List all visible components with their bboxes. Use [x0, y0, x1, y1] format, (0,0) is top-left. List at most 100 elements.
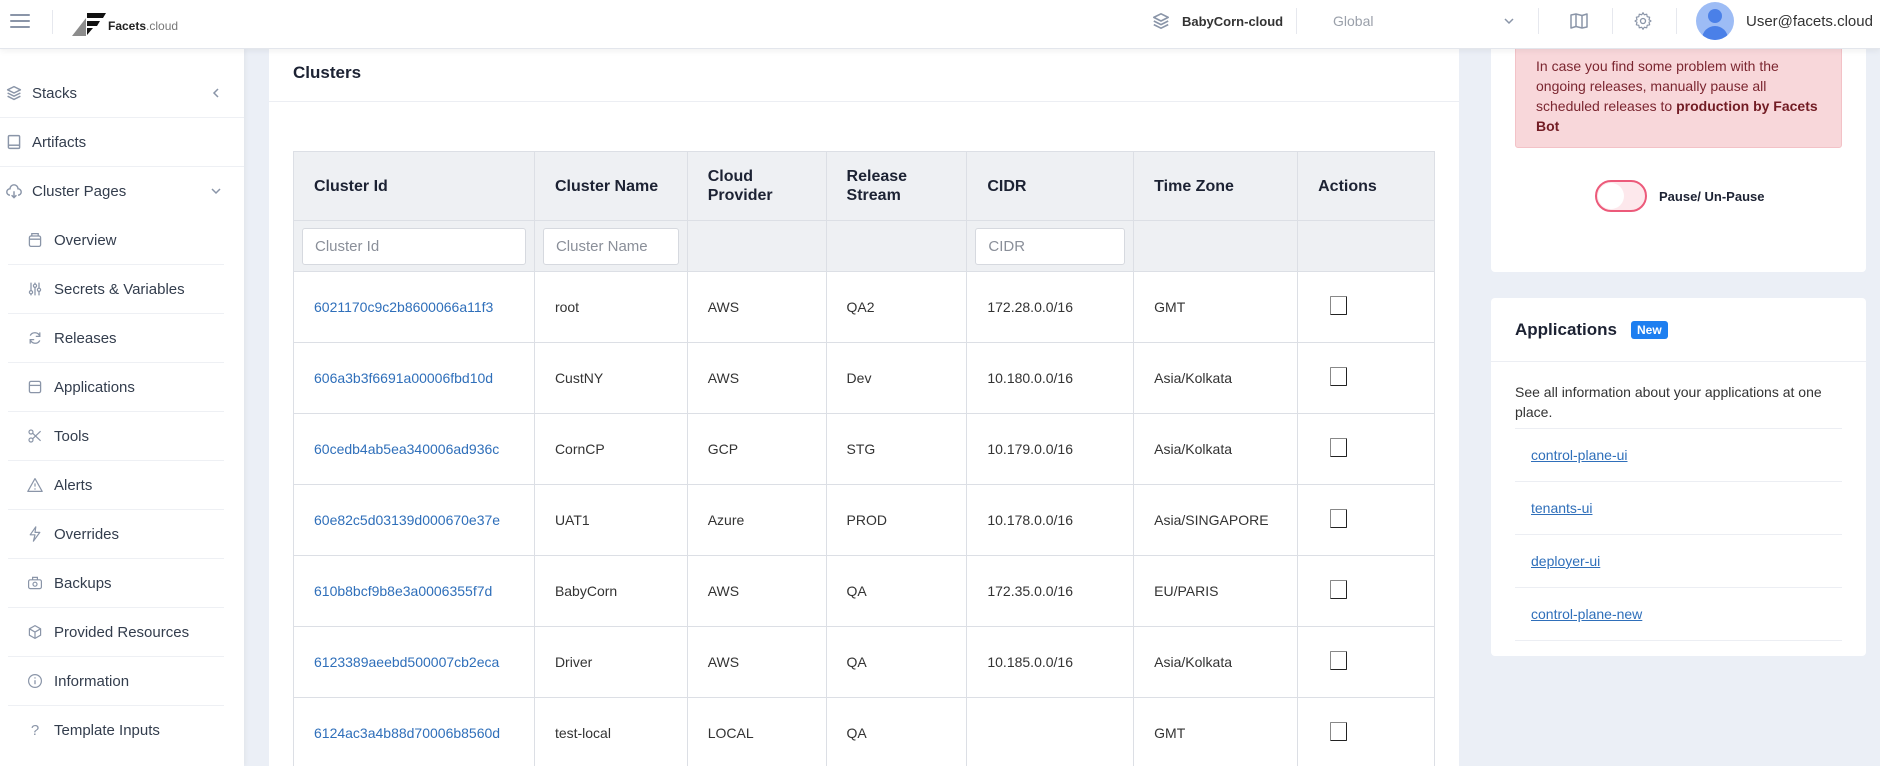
sidebar-item-overrides[interactable]: Overrides: [8, 510, 224, 559]
application-link[interactable]: tenants-ui: [1531, 500, 1592, 516]
cluster-name-cell: CornCP: [533, 413, 688, 485]
sidebar-item-label: Template Inputs: [54, 722, 160, 739]
cluster-id-link[interactable]: 60cedb4ab5ea340006ad936c: [314, 441, 499, 457]
row-checkbox[interactable]: [1330, 722, 1348, 741]
cluster-name-cell: CustNY: [533, 342, 688, 414]
sidebar-item-alerts[interactable]: Alerts: [8, 461, 224, 510]
row-checkbox[interactable]: [1330, 296, 1348, 315]
cidr-filter-input[interactable]: [975, 227, 1126, 265]
cluster-id-link[interactable]: 606a3b3f6691a00006fbd10d: [314, 370, 493, 386]
cloud-provider-cell: GCP: [686, 413, 827, 485]
release-stream-cell: QA: [825, 626, 968, 698]
sidebar: Stacks Artifacts Cluster Pages Overview …: [0, 49, 244, 766]
facets-logo[interactable]: Facets.cloud: [72, 8, 178, 36]
cloud-provider-cell: AWS: [686, 342, 827, 414]
sliders-icon: [26, 280, 44, 298]
column-header-cluster-name[interactable]: Cluster Name: [533, 151, 688, 221]
sidebar-item-cluster-pages[interactable]: Cluster Pages: [0, 167, 244, 216]
time-zone-cell: GMT: [1133, 697, 1299, 766]
column-header-release-stream[interactable]: Release Stream: [825, 151, 968, 221]
sidebar-item-label: Stacks: [32, 84, 78, 102]
row-checkbox[interactable]: [1330, 509, 1348, 528]
cluster-id-link[interactable]: 6123389aeebd500007cb2eca: [314, 654, 499, 670]
time-zone-cell: Asia/Kolkata: [1133, 413, 1299, 485]
sidebar-item-applications[interactable]: Applications: [8, 363, 224, 412]
row-checkbox[interactable]: [1330, 651, 1348, 670]
column-header-cloud-provider[interactable]: Cloud Provider: [686, 151, 827, 221]
list-item: tenants-ui: [1515, 482, 1842, 535]
header-divider: [1296, 8, 1297, 34]
applications-card: Applications New See all information abo…: [1491, 298, 1866, 656]
sidebar-item-information[interactable]: Information: [8, 657, 224, 706]
cloud-provider-cell: AWS: [686, 271, 827, 343]
sidebar-item-provided-resources[interactable]: Provided Resources: [8, 608, 224, 657]
scissors-icon: [26, 427, 44, 445]
environment-select[interactable]: Global: [1333, 10, 1515, 32]
cloud-provider-cell: Azure: [686, 484, 827, 556]
cidr-cell: 10.178.0.0/16: [966, 484, 1135, 556]
box-icon: [26, 623, 44, 641]
table-row: 60cedb4ab5ea340006ad936c CornCP GCP STG …: [293, 413, 1435, 485]
question-icon: ?: [30, 722, 40, 739]
new-badge: New: [1631, 320, 1668, 339]
brand-suffix: .cloud: [146, 19, 179, 33]
header-divider: [52, 10, 53, 34]
cidr-cell: 10.179.0.0/16: [966, 413, 1135, 485]
row-checkbox[interactable]: [1330, 580, 1348, 599]
sidebar-item-label: Applications: [54, 378, 135, 396]
application-link[interactable]: control-plane-new: [1531, 606, 1642, 622]
cidr-cell: 10.180.0.0/16: [966, 342, 1135, 414]
cluster-id-link[interactable]: 60e82c5d03139d000670e37e: [314, 512, 500, 528]
sidebar-item-artifacts[interactable]: Artifacts: [0, 118, 244, 167]
filter-cell: [825, 220, 968, 272]
documentation-button[interactable]: [1568, 10, 1590, 32]
page-title: Clusters: [293, 63, 362, 82]
project-selector[interactable]: BabyCorn-cloud: [1152, 10, 1283, 32]
cluster-name-cell: test-local: [533, 697, 688, 766]
cluster-id-link[interactable]: 6124ac3a4b88d70006b8560d: [314, 725, 500, 741]
cluster-name-filter-input[interactable]: [542, 227, 679, 265]
cluster-name-cell: UAT1: [533, 484, 688, 556]
cluster-id-cell: 606a3b3f6691a00006fbd10d: [293, 342, 535, 414]
row-checkbox[interactable]: [1330, 367, 1348, 386]
filter-cell: [966, 220, 1135, 272]
cluster-id-link[interactable]: 6021170c9c2b8600066a11f3: [314, 299, 493, 315]
sidebar-item-releases[interactable]: Releases: [8, 314, 224, 363]
refresh-icon: [26, 329, 44, 347]
book-icon: [1570, 13, 1588, 29]
settings-button[interactable]: [1632, 10, 1654, 32]
sidebar-item-overview[interactable]: Overview: [8, 216, 224, 265]
sidebar-item-secrets-variables[interactable]: Secrets & Variables: [8, 265, 224, 314]
pause-toggle[interactable]: [1595, 180, 1647, 212]
cidr-cell: 172.28.0.0/16: [966, 271, 1135, 343]
chevron-down-icon[interactable]: [210, 185, 222, 197]
application-link[interactable]: deployer-ui: [1531, 553, 1600, 569]
sidebar-item-template-inputs[interactable]: ? Template Inputs: [8, 706, 224, 755]
header-divider: [1676, 8, 1677, 34]
menu-icon[interactable]: [10, 14, 30, 30]
sidebar-item-label: Overview: [54, 231, 117, 249]
column-header-cluster-id[interactable]: Cluster Id: [293, 151, 535, 221]
book-icon: [5, 133, 23, 151]
pause-toggle-label: Pause/ Un-Pause: [1659, 188, 1765, 204]
cloud-provider-cell: LOCAL: [686, 697, 827, 766]
column-header-time-zone[interactable]: Time Zone: [1133, 151, 1299, 221]
sidebar-item-tools[interactable]: Tools: [8, 412, 224, 461]
row-checkbox[interactable]: [1330, 438, 1348, 457]
applications-title: Applications: [1515, 319, 1618, 339]
application-link[interactable]: control-plane-ui: [1531, 447, 1628, 463]
cluster-id-filter-input[interactable]: [302, 227, 526, 265]
user-menu[interactable]: User@facets.cloud: [1696, 2, 1873, 40]
release-stream-cell: QA2: [825, 271, 968, 343]
chevron-left-icon[interactable]: [210, 87, 222, 99]
chevron-down-icon: [1504, 18, 1514, 25]
column-header-cidr[interactable]: CIDR: [966, 151, 1135, 221]
cloud-provider-cell: AWS: [686, 555, 827, 627]
table-filter-row: [293, 220, 1435, 272]
cluster-id-link[interactable]: 610b8bcf9b8e3a0006355f7d: [314, 583, 492, 599]
top-header: Facets.cloud BabyCorn-cloud Global User@…: [0, 0, 1880, 49]
table-row: 60e82c5d03139d000670e37e UAT1 Azure PROD…: [293, 484, 1435, 556]
sidebar-item-stacks[interactable]: Stacks: [0, 69, 244, 118]
sidebar-item-backups[interactable]: Backups: [8, 559, 224, 608]
cidr-cell: 172.35.0.0/16: [966, 555, 1135, 627]
